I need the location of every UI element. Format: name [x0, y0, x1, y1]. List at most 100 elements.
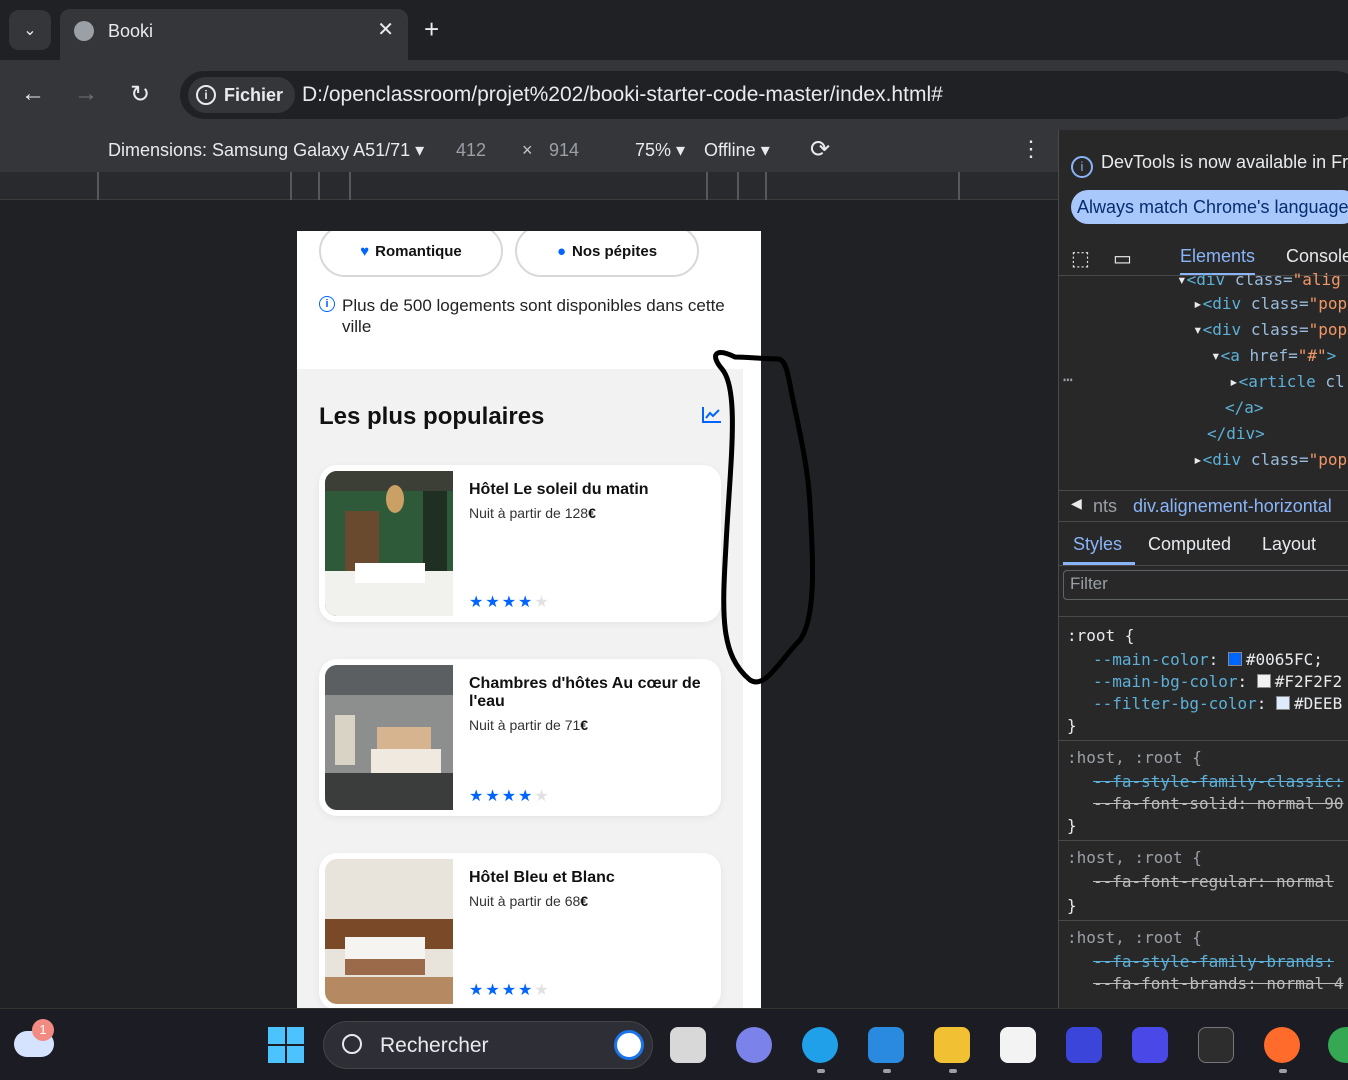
- url-text[interactable]: D:/openclassroom/projet%202/booki-starte…: [302, 83, 943, 107]
- rotate-icon[interactable]: ⟳: [810, 135, 830, 164]
- hotel-card[interactable]: Chambres d'hôtes Au cœur de l'eau Nuit à…: [319, 659, 721, 816]
- network-throttle-select[interactable]: Offline ▾: [704, 140, 770, 161]
- chrome-icon[interactable]: [1328, 1027, 1348, 1063]
- devtools-notice: i DevTools is now available in Fre: [1071, 152, 1348, 178]
- address-bar[interactable]: i Fichier D:/openclassroom/projet%202/bo…: [180, 71, 1348, 119]
- dom-line[interactable]: ▸<article cl: [1229, 372, 1345, 391]
- device-dimensions-select[interactable]: Dimensions: Samsung Galaxy A51/71 ▾: [108, 140, 424, 161]
- tab-title: Booki: [108, 21, 154, 41]
- info-icon: i: [196, 85, 216, 105]
- info-icon: i: [1071, 156, 1093, 178]
- style-declaration[interactable]: --fa-font-regular: normal: [1093, 872, 1334, 891]
- more-options-icon[interactable]: ⋮: [1020, 136, 1042, 162]
- zoom-select[interactable]: 75% ▾: [635, 140, 685, 161]
- tab-console[interactable]: Console: [1286, 246, 1348, 267]
- match-language-button[interactable]: Always match Chrome's language: [1071, 190, 1348, 224]
- hotel-photo: [325, 471, 453, 616]
- device-toggle-icon[interactable]: ▭: [1113, 246, 1132, 271]
- tab-styles[interactable]: Styles: [1073, 534, 1122, 555]
- styles-filter-input[interactable]: Filter: [1063, 570, 1348, 600]
- close-tab-icon[interactable]: ✕: [377, 17, 394, 42]
- file-explorer-icon[interactable]: [934, 1027, 970, 1063]
- hotel-card[interactable]: Hôtel Le soleil du matin Nuit à partir d…: [319, 465, 721, 622]
- breadcrumb-scroll-left-icon[interactable]: ◀: [1071, 495, 1082, 512]
- breadcrumb-item[interactable]: div.alignement-horizontal: [1133, 496, 1332, 517]
- filter-nos-pepites-button[interactable]: ● Nos pépites: [515, 231, 699, 277]
- style-selector: :root {: [1067, 626, 1135, 645]
- app-icon[interactable]: [1066, 1027, 1102, 1063]
- devtools-panel: i DevTools is now available in Fre Always…: [1058, 130, 1348, 1008]
- browser-toolbar: ← → ↻ i Fichier D:/openclassroom/projet%…: [0, 60, 1348, 130]
- mobile-page: ♥ Romantique ● Nos pépites i Plus de 500…: [297, 231, 761, 1008]
- dom-line[interactable]: ▸<div class="pop: [1193, 294, 1347, 313]
- fire-icon: ●: [556, 242, 567, 260]
- hotel-rating: ★★★★★: [469, 982, 551, 999]
- tab-computed[interactable]: Computed: [1148, 534, 1231, 555]
- style-declaration[interactable]: --main-color: #0065FC;: [1093, 650, 1323, 669]
- site-info-label: Fichier: [224, 84, 284, 105]
- style-declaration[interactable]: --fa-font-solid: normal 90: [1093, 794, 1343, 813]
- hotel-card[interactable]: Hôtel Bleu et Blanc Nuit à partir de 68€…: [319, 853, 721, 1008]
- filter-romantique-button[interactable]: ♥ Romantique: [319, 231, 503, 277]
- new-tab-button[interactable]: +: [424, 14, 439, 45]
- vscode-icon[interactable]: [868, 1027, 904, 1063]
- app-icon[interactable]: [1132, 1027, 1168, 1063]
- task-view-icon[interactable]: [670, 1027, 706, 1063]
- teams-icon[interactable]: [736, 1027, 772, 1063]
- hotel-price: Nuit à partir de 68€: [469, 893, 589, 909]
- breadcrumb: ◀ nts div.alignement-horizontal: [1059, 490, 1348, 522]
- style-declaration[interactable]: --fa-style-family-classic:: [1093, 772, 1343, 791]
- dom-line[interactable]: </a>: [1225, 398, 1264, 417]
- media-query-ruler[interactable]: [0, 172, 1058, 200]
- availability-text: Plus de 500 logements sont disponibles d…: [342, 296, 725, 336]
- bing-icon[interactable]: [614, 1030, 644, 1060]
- dom-line[interactable]: ▾<div class="alig: [1177, 270, 1341, 289]
- tab-search-chevron-icon[interactable]: ⌄: [9, 10, 51, 50]
- dom-more-icon[interactable]: ⋯: [1063, 370, 1073, 389]
- inspect-element-icon[interactable]: ⬚: [1071, 246, 1090, 271]
- site-info-chip[interactable]: i Fichier: [188, 77, 296, 113]
- hotel-name: Hôtel Le soleil du matin: [469, 481, 649, 498]
- style-declaration[interactable]: --fa-font-brands: normal 4: [1093, 974, 1343, 993]
- hotel-photo: [325, 665, 453, 810]
- hotel-price: Nuit à partir de 71€: [469, 717, 589, 733]
- hotel-price: Nuit à partir de 128€: [469, 505, 596, 521]
- style-declaration[interactable]: --fa-style-family-brands:: [1093, 952, 1334, 971]
- dom-line[interactable]: </div>: [1207, 424, 1265, 443]
- reload-icon[interactable]: ↻: [122, 76, 158, 112]
- section-title: Les plus populaires: [319, 403, 545, 430]
- edge-icon[interactable]: [802, 1027, 838, 1063]
- device-toolbar: Dimensions: Samsung Galaxy A51/71 ▾ 412 …: [0, 130, 1058, 172]
- device-height-input[interactable]: 914: [549, 140, 579, 161]
- style-declaration[interactable]: --main-bg-color: #F2F2F2: [1093, 672, 1342, 691]
- filter-label: Nos pépites: [572, 242, 658, 260]
- windows-start-icon[interactable]: [268, 1027, 304, 1063]
- style-selector: :host, :root {: [1067, 928, 1202, 947]
- breadcrumb-item[interactable]: nts: [1093, 496, 1117, 517]
- hotel-rating: ★★★★★: [469, 788, 551, 805]
- hotel-name: Chambres d'hôtes Au cœur de l'eau: [469, 675, 701, 710]
- dom-line[interactable]: ▸<div class="pop: [1193, 450, 1347, 469]
- globe-icon: [74, 21, 94, 41]
- tab-bar: ⌄ Booki ✕ +: [0, 0, 1348, 60]
- style-selector: :host, :root {: [1067, 848, 1202, 867]
- styles-pane: :root { --main-color: #0065FC; --main-bg…: [1059, 608, 1348, 1008]
- hotel-rating: ★★★★★: [469, 594, 551, 611]
- terminal-icon[interactable]: [1198, 1027, 1234, 1063]
- forward-icon[interactable]: →: [68, 76, 104, 112]
- search-label: Rechercher: [380, 1034, 489, 1057]
- style-declaration[interactable]: --filter-bg-color: #DEEB: [1093, 694, 1342, 713]
- firefox-icon[interactable]: [1264, 1027, 1300, 1063]
- tab-layout[interactable]: Layout: [1262, 534, 1316, 555]
- info-circle-icon: i: [319, 296, 335, 312]
- hotel-photo: [325, 859, 453, 1004]
- taskbar-search-box[interactable]: Rechercher: [323, 1021, 653, 1069]
- dom-line[interactable]: ▾<a href="#">: [1211, 346, 1336, 365]
- microsoft-store-icon[interactable]: [1000, 1027, 1036, 1063]
- back-icon[interactable]: ←: [15, 76, 51, 112]
- dom-line[interactable]: ▾<div class="pop: [1193, 320, 1347, 339]
- styles-subtabs: Styles Computed Layout: [1059, 524, 1348, 566]
- browser-tab[interactable]: Booki ✕: [60, 9, 408, 60]
- device-width-input[interactable]: 412: [456, 140, 486, 161]
- heart-icon: ♥: [360, 242, 370, 260]
